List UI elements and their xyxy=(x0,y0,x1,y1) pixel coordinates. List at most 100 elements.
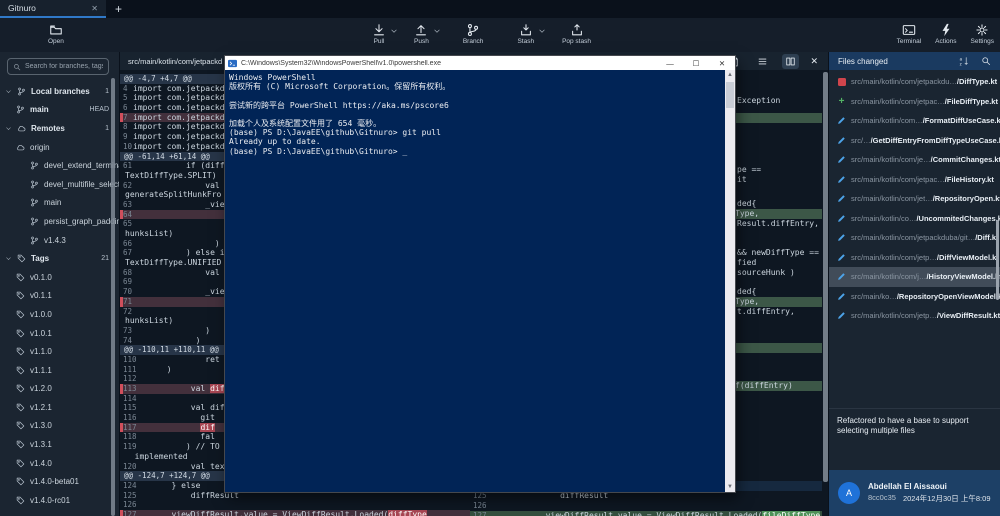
line-number: 65 xyxy=(123,219,132,229)
sidebar-item-devel-extend-termina[interactable]: devel_extend_termina xyxy=(0,156,119,175)
new-tab-button[interactable]: + xyxy=(106,0,131,18)
stash-button[interactable]: Stash xyxy=(517,23,534,45)
files-search-icon[interactable] xyxy=(981,56,991,66)
sidebar-section-remotes[interactable]: Remotes1 xyxy=(0,119,119,138)
pull-dropdown-chevron-icon[interactable] xyxy=(390,27,398,35)
sidebar-item-v0.1.0[interactable]: v0.1.0 xyxy=(0,268,119,287)
sidebar-item-v1.4.3[interactable]: v1.4.3 xyxy=(0,231,119,250)
changed-file-row[interactable]: src/main/ko…/RepositoryOpenViewModel.kt xyxy=(829,287,1000,307)
split-view-icon[interactable] xyxy=(782,54,799,69)
sort-icon[interactable]: az xyxy=(959,56,969,66)
line-text: TextDiffType.UNIFIED xyxy=(125,258,221,268)
push-label: Push xyxy=(414,38,429,45)
changed-file-row[interactable]: src/main/kotlin/com/jetp…/ViewDiffResult… xyxy=(829,306,1000,326)
sidebar-item-v1.1.0[interactable]: v1.1.0 xyxy=(0,342,119,361)
minimize-button[interactable]: — xyxy=(659,59,681,68)
changed-file-row[interactable]: src/main/kotlin/com/j…/HistoryViewModel.… xyxy=(829,267,1000,287)
sidebar-item-v1.4.0-rc01[interactable]: v1.4.0-rc01 xyxy=(0,491,119,510)
files-list-scrollbar[interactable] xyxy=(996,220,999,300)
file-name: /RepositoryOpenViewModel.kt xyxy=(897,292,1000,301)
tab-gitnuro[interactable]: Gitnuro ✕ xyxy=(0,0,106,18)
item-label: v1.2.1 xyxy=(30,403,52,412)
item-label: v0.1.0 xyxy=(30,273,52,282)
changed-file-row[interactable]: src/main/kotlin/com/jet…/RepositoryOpen.… xyxy=(829,189,1000,209)
close-diff-icon[interactable]: ✕ xyxy=(810,56,818,67)
sidebar-item-v1.0.1[interactable]: v1.0.1 xyxy=(0,324,119,343)
pop-stash-button[interactable]: Pop stash xyxy=(562,23,591,45)
line-text: ) xyxy=(133,365,172,375)
tag-icon xyxy=(16,273,25,282)
svg-text:z: z xyxy=(960,61,962,66)
scroll-up-icon[interactable]: ▲ xyxy=(725,70,735,80)
file-dir: src/main/kotlin/com/jetpackdu… xyxy=(851,77,957,86)
close-button[interactable]: ✕ xyxy=(711,59,733,68)
actions-button[interactable]: Actions xyxy=(935,23,956,45)
line-number: 9 xyxy=(123,132,128,142)
sidebar-item-origin[interactable]: origin xyxy=(0,138,119,157)
changed-file-row[interactable]: src/main/kotlin/com/jetp…/DiffViewModel.… xyxy=(829,248,1000,268)
changed-file-row[interactable]: src/main/kotlin/com/jetpackduba/git…/Dif… xyxy=(829,228,1000,248)
open-button[interactable]: Open xyxy=(48,23,64,45)
diff-line: 125 diffResult xyxy=(120,491,470,501)
changed-file-row[interactable]: src/main/kotlin/co…/UncommitedChanges.kt xyxy=(829,209,1000,229)
diff-fragment: t.diffEntry, xyxy=(737,307,822,317)
terminal-line: 加载个人及系统配置文件用了 654 毫秒。 xyxy=(229,119,725,128)
sidebar-item-v1.4.0-beta01[interactable]: v1.4.0-beta01 xyxy=(0,472,119,491)
sidebar-item-persist-graph-paddin[interactable]: persist_graph_paddin xyxy=(0,212,119,231)
changed-file-row[interactable]: src/main/kotlin/com/jetpackdu…/DiffType.… xyxy=(829,72,1000,92)
sidebar-section-tags[interactable]: Tags21 xyxy=(0,249,119,268)
chevron-down-icon[interactable] xyxy=(5,125,12,132)
diff-fragment: Exception xyxy=(737,96,822,106)
file-name: /CommitChanges.kt xyxy=(931,155,1000,164)
files-changed-header: Files changed az xyxy=(829,52,1000,70)
sidebar-scrollbar[interactable] xyxy=(111,78,115,516)
chevron-down-icon[interactable] xyxy=(5,88,12,95)
changed-file-row[interactable]: src/main/kotlin/com/je…/CommitChanges.kt xyxy=(829,150,1000,170)
tab-close-icon[interactable]: ✕ xyxy=(91,4,98,13)
scroll-down-icon[interactable]: ▼ xyxy=(725,482,735,492)
search-input[interactable]: Search for branches, tags ... xyxy=(7,58,109,75)
line-text: _vie xyxy=(133,200,225,210)
settings-button[interactable]: Settings xyxy=(971,23,995,45)
file-dir: src/main/kotlin/com/jetpac… xyxy=(851,97,945,106)
line-text: hunksList) xyxy=(125,229,173,239)
sidebar-item-v1.2.0[interactable]: v1.2.0 xyxy=(0,380,119,399)
line-text: import com.jetpackdu xyxy=(133,84,229,94)
scroll-thumb[interactable] xyxy=(726,82,734,108)
terminal-scrollbar[interactable]: ▲ ▼ xyxy=(725,70,735,492)
sidebar-item-v1.3.0[interactable]: v1.3.0 xyxy=(0,417,119,436)
push-button[interactable]: Push xyxy=(414,23,429,45)
commit-author-bar[interactable]: A Abdellah El Aissaoui 8cc0c35 2024年12月3… xyxy=(829,470,1000,516)
terminal-output[interactable]: Windows PowerShell版权所有 (C) Microsoft Cor… xyxy=(225,70,725,492)
sidebar-item-v1.4.0[interactable]: v1.4.0 xyxy=(0,454,119,473)
file-dir: src/main/kotlin/com/j… xyxy=(851,272,926,281)
modified-status-icon xyxy=(837,311,846,320)
maximize-button[interactable]: ☐ xyxy=(685,59,707,68)
sidebar-item-v1.1.1[interactable]: v1.1.1 xyxy=(0,361,119,380)
sidebar-item-devel-multifile-selectio[interactable]: devel_multifile_selectio xyxy=(0,175,119,194)
changed-file-row[interactable]: src/main/kotlin/com/jetpac…/FileHistory.… xyxy=(829,170,1000,190)
terminal-button[interactable]: Terminal xyxy=(897,23,922,45)
chevron-down-icon[interactable] xyxy=(5,255,12,262)
line-text: val tex xyxy=(133,462,225,472)
settings-label: Settings xyxy=(971,38,995,45)
sidebar-section-local-branches[interactable]: Local branches1 xyxy=(0,82,119,101)
sidebar-item-v1.0.0[interactable]: v1.0.0 xyxy=(0,305,119,324)
push-dropdown-chevron-icon[interactable] xyxy=(433,27,441,35)
sidebar-item-main[interactable]: main xyxy=(0,194,119,213)
sidebar-item-main[interactable]: mainHEAD xyxy=(0,101,119,120)
branch-button[interactable]: Branch xyxy=(463,23,484,45)
changed-file-row[interactable]: +src/main/kotlin/com/jetpac…/FileDiffTyp… xyxy=(829,92,1000,112)
unified-view-icon[interactable] xyxy=(754,54,771,69)
push-icon xyxy=(414,23,428,37)
sidebar-item-v0.1.1[interactable]: v0.1.1 xyxy=(0,287,119,306)
powershell-window[interactable]: C:\Windows\System32\WindowsPowerShell\v1… xyxy=(225,56,735,492)
changed-file-row[interactable]: src/…/GetDiffEntryFromDiffTypeUseCase.kt xyxy=(829,131,1000,151)
sidebar-item-v1.2.1[interactable]: v1.2.1 xyxy=(0,398,119,417)
changed-file-row[interactable]: src/main/kotlin/com…/FormatDiffUseCase.k… xyxy=(829,111,1000,131)
powershell-titlebar[interactable]: C:\Windows\System32\WindowsPowerShell\v1… xyxy=(225,56,735,70)
stash-dropdown-chevron-icon[interactable] xyxy=(538,27,546,35)
sidebar-item-v1.3.1[interactable]: v1.3.1 xyxy=(0,435,119,454)
line-text: generateSplitHunkFro xyxy=(125,190,221,200)
pull-button[interactable]: Pull xyxy=(372,23,386,45)
